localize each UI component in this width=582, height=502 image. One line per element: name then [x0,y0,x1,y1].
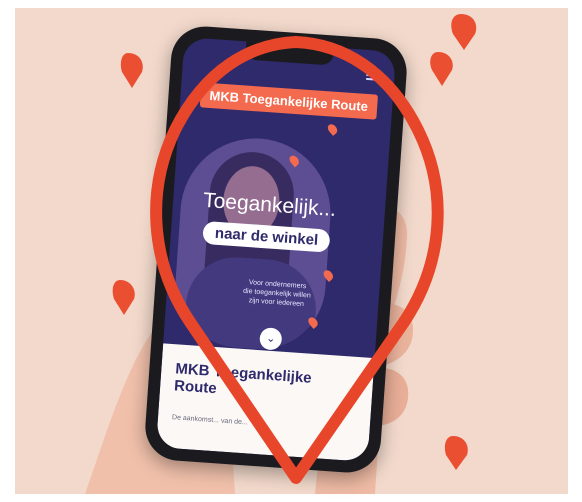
hamburger-menu-icon[interactable] [366,69,381,81]
phone-screen: MKB Toegankelijke Route Toegankelijk... … [155,37,397,462]
phone-notch [245,41,335,66]
content-panel: MKB Toegankelijke Route De aankomst... v… [155,343,375,462]
photo-frame: MKB Toegankelijke Route Toegankelijk... … [0,0,582,502]
map-pin-icon [325,122,340,136]
section-body-text: De aankomst... van de... [171,414,248,427]
chevron-down-icon: ⌄ [265,332,276,346]
site-logo-badge[interactable]: MKB Toegankelijke Route [199,82,378,120]
smartphone: MKB Toegankelijke Route Toegankelijk... … [143,24,409,475]
section-title: MKB Toegankelijke Route [173,360,313,398]
